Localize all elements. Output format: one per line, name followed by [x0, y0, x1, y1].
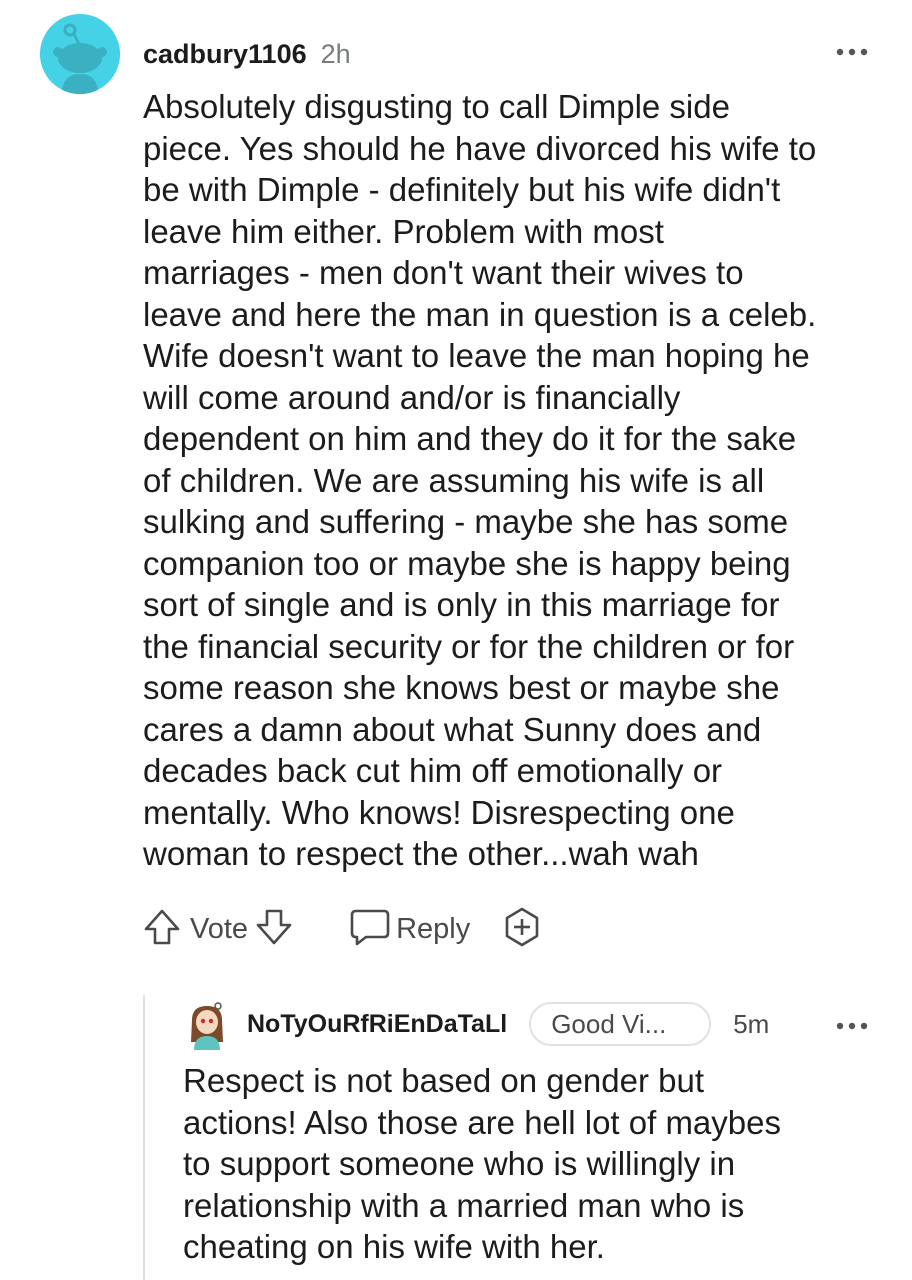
custom-avatar-icon: [191, 1002, 223, 1050]
comment-body-line: Absolutely disgusting to call Dimple sid…: [143, 88, 730, 125]
reply-button[interactable]: Reply: [396, 913, 470, 946]
comment-body-line: leave him either. Problem with most: [143, 212, 664, 250]
reply-meta: NoTyOuRfRiEnDaTaLl Good Vi... 5m: [247, 1002, 769, 1046]
reply-body-line: relationship with a married man who is: [183, 1186, 745, 1224]
comment-body-line: Wife doesn't want to leave the man hopin…: [143, 337, 810, 374]
more-icon[interactable]: [832, 40, 872, 64]
avatar[interactable]: [40, 14, 120, 94]
comment-body-line: the financial security or for the childr…: [143, 627, 795, 665]
award-icon[interactable]: [500, 905, 544, 954]
comment-body-line: woman to respect the other...wah wah: [143, 835, 699, 872]
reply-body-line: actions! Also those are hell lot of mayb…: [183, 1103, 781, 1141]
upvote-icon[interactable]: [140, 905, 184, 954]
reply-body-line: to support someone who is willingly in: [183, 1145, 736, 1182]
comment-username[interactable]: cadbury1106: [143, 39, 307, 70]
reply-body-line: Respect is not based on gender but: [183, 1062, 705, 1099]
reply-icon[interactable]: [346, 905, 392, 954]
thread-line[interactable]: [143, 995, 145, 1280]
comment-body-line: marriages - men don't want their wives t…: [143, 254, 744, 291]
reply-username[interactable]: NoTyOuRfRiEnDaTaLl: [247, 1010, 507, 1039]
comment-body-line: piece. Yes should he have divorced his w…: [143, 129, 817, 167]
comment-timestamp: 2h: [320, 38, 351, 69]
comment-body-line: some reason she knows best or maybe she: [143, 669, 780, 706]
comment-body-line: of children. We are assuming his wife is…: [143, 461, 765, 499]
snoo-avatar-icon: [40, 14, 120, 94]
vote-label: Vote: [190, 912, 249, 945]
comment-body-line: decades back cut him off emotionally or: [143, 752, 723, 789]
comment-body-line: be with Dimple - definitely but his wife…: [143, 171, 781, 208]
comment-meta: cadbury1106 2h: [143, 34, 351, 74]
comment-actions: Vote Reply: [140, 905, 544, 953]
comment-body-line: sort of single and is only in this marri…: [143, 586, 780, 623]
downvote-icon[interactable]: [252, 905, 296, 954]
reply-body: Respect is not based on gender but actio…: [183, 1060, 883, 1268]
comment-body-line: sulking and suffering - maybe she has so…: [143, 503, 789, 540]
comment-body-line: leave and here the man in question is a …: [143, 295, 817, 333]
comment-body-line: dependent on him and they do it for the …: [143, 420, 797, 457]
comment-body: Absolutely disgusting to call Dimple sid…: [143, 86, 883, 875]
user-flair[interactable]: Good Vi...: [529, 1002, 712, 1046]
comment-body-line: mentally. Who knows! Disrespecting one: [143, 793, 735, 831]
reply-body-line: cheating on his wife with her.: [183, 1228, 605, 1265]
comment-body-line: cares a damn about what Sunny does and: [143, 710, 762, 748]
reply-timestamp: 5m: [733, 1008, 770, 1039]
comment-body-line: companion too or maybe she is happy bein…: [143, 544, 791, 582]
comment-body-line: will come around and/or is financially: [143, 378, 681, 416]
reply-avatar[interactable]: [184, 1000, 230, 1050]
more-icon[interactable]: [832, 1014, 872, 1038]
